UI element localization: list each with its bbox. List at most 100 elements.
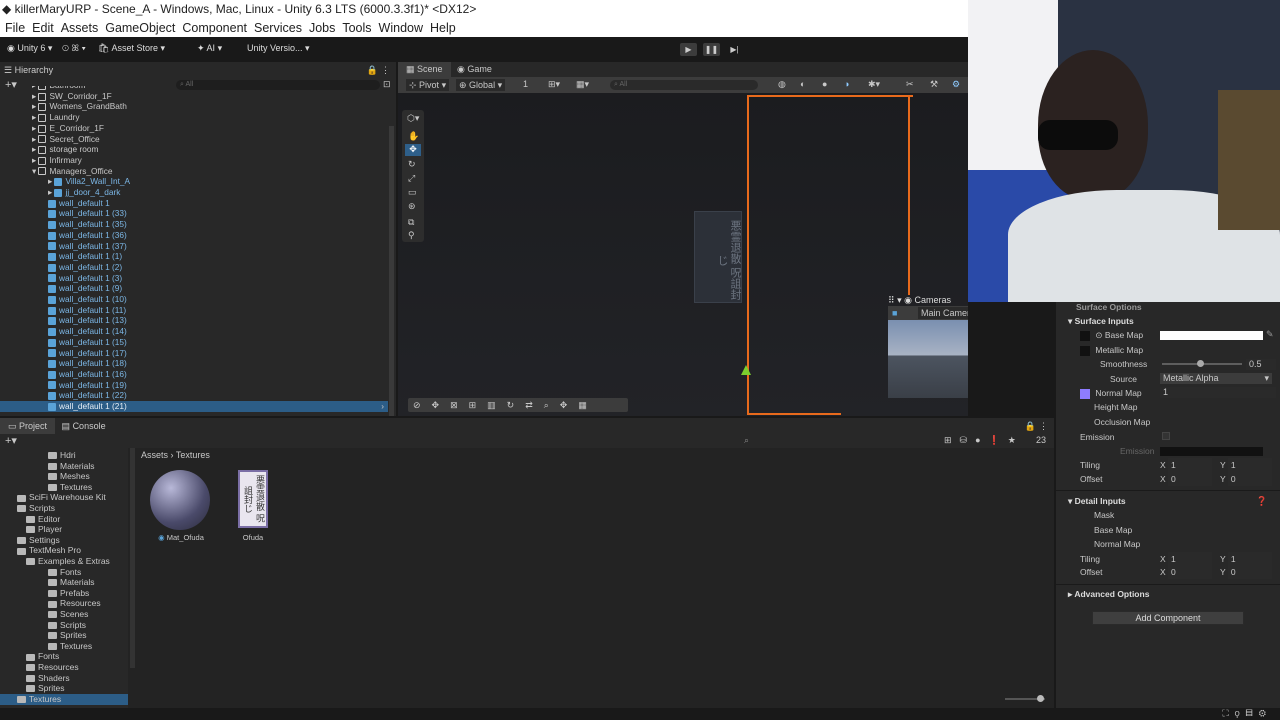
detail-offset-y[interactable]: Y 0 [1220,565,1272,579]
menu-item[interactable]: Component [182,21,247,35]
folder-item[interactable]: Sprites [48,630,86,641]
menu-kebab-icon[interactable]: ⋮ [381,62,390,78]
tab-console[interactable]: ▤ Console [62,421,106,431]
emission-color[interactable] [1160,447,1263,456]
base-map-color[interactable] [1160,331,1263,340]
smoothness-handle[interactable] [1197,360,1204,367]
lock-icon[interactable]: 🔒 [367,62,378,78]
ai-button[interactable]: ✦ AI ▾ [197,43,222,54]
grid-icon[interactable]: ▦▾ [576,79,589,90]
folder-item[interactable]: Shaders [26,673,70,684]
tab-game[interactable]: ◉ Game [453,62,496,77]
hierarchy-row[interactable]: wall_default 1 (13)› [48,315,388,326]
hierarchy-row[interactable]: wall_default 1 (36)› [48,230,388,241]
camera-selector[interactable]: ■ Main Camera ▾ [888,306,968,320]
folder-item[interactable]: Scripts [48,620,86,631]
hierarchy-row[interactable]: ▸ Infirmary [32,155,382,166]
hierarchy-tab[interactable]: Hierarchy [15,65,54,75]
folder-item[interactable]: Prefabs [48,588,89,599]
hierarchy-row[interactable]: wall_default 1 (21) › [0,401,388,412]
tree-scrollbar[interactable] [130,448,135,668]
source-dropdown[interactable]: Metallic Alpha ▾ [1160,373,1272,384]
search-icon[interactable]: ⌕ [744,435,749,446]
folder-item[interactable]: SciFi Warehouse Kit [17,492,106,503]
account-button[interactable]: ⊙ ꕤ ▾ [62,43,86,54]
asset-store-button[interactable]: 🛍 Asset Store ▾ [98,43,165,54]
tools-icon[interactable]: ⚒ [930,79,938,90]
version-control-button[interactable]: Unity Versio... ▾ [247,43,310,54]
filter-icons[interactable]: ⊞⛁●❗★ [944,435,1024,446]
mode-2d-icon[interactable]: ✂ [906,79,914,90]
folder-item[interactable]: Textures [48,482,92,493]
detail-offset-x[interactable]: X 0 [1160,565,1213,579]
probe-tool-icon[interactable]: ⚲ [408,230,415,241]
status-icons[interactable]: ⛶⚲▤⚙ [1222,708,1272,719]
hierarchy-row[interactable]: wall_default 1 (35)› [48,219,388,230]
eyedropper-icon[interactable]: ✎ [1266,329,1274,340]
overlay-toolbar[interactable]: ⊘✥⊠⊞▥↻⇄⌕✥▦ [408,398,628,412]
scene-viewport[interactable]: 悪霊退散 呪詛封じ [398,93,968,416]
hierarchy-row[interactable]: wall_default 1 (1)› [48,251,388,262]
hierarchy-row[interactable]: wall_default 1 (19)› [48,380,388,391]
offset-x[interactable]: X 0 [1160,472,1213,486]
folder-item[interactable]: Textures [0,693,128,705]
unity-version-button[interactable]: ◉ Unity 6 ▾ [7,43,52,54]
hierarchy-row[interactable]: ▸ SW_Corridor_1F [32,91,382,102]
hierarchy-row[interactable]: wall_default 1 (33)› [48,208,388,219]
custom-tool-icon[interactable]: ⧉ [408,217,414,228]
folder-item[interactable]: Sprites [26,683,64,694]
menu-item[interactable]: GameObject [105,21,175,35]
folder-item[interactable]: Settings [17,535,60,546]
rotate-tool-icon[interactable]: ↻ [408,159,416,170]
tiling-y[interactable]: Y 1 [1220,458,1272,472]
hierarchy-row[interactable]: wall_default 1 (3)› [48,273,388,284]
add-icon[interactable]: +▾ [5,434,17,447]
orientation-icon[interactable]: ⬡▾ [407,113,419,124]
breadcrumb-assets[interactable]: Assets [141,450,168,460]
folder-item[interactable]: Scripts [17,503,55,514]
asset-mat-ofuda[interactable]: ◉ Mat_Ofuda [150,470,212,548]
folder-item[interactable]: Hdri [48,450,76,461]
normal-scale-field[interactable]: 1 [1160,387,1276,398]
camera-dropdown[interactable]: Main Camera ▾ [918,307,968,319]
menu-item[interactable]: Services [254,21,302,35]
folder-item[interactable]: Examples & Extras [26,556,110,567]
play-button[interactable]: ▶ [680,43,697,56]
lock-icon[interactable]: 🔒 [1025,418,1036,434]
tab-scene[interactable]: ▦ Scene [398,62,451,77]
hierarchy-row[interactable]: wall_default 1 (37)› [48,241,388,252]
pause-button[interactable]: ❚❚ [703,43,720,56]
hierarchy-row[interactable]: ▸ jj_door_4_dark› [48,187,388,198]
folder-item[interactable]: Editor [26,514,60,525]
hierarchy-row[interactable]: wall_default 1 (15)› [48,337,388,348]
folder-item[interactable]: Resources [26,662,79,673]
rect-tool-icon[interactable]: ▭ [408,187,417,198]
menu-item[interactable]: Edit [32,21,54,35]
breadcrumb-textures[interactable]: Textures [176,450,210,460]
lit-icon[interactable]: ◑ [844,79,849,89]
emission-checkbox[interactable] [1162,432,1170,440]
global-dropdown[interactable]: ⊕ Global ▾ [456,79,506,91]
help-icon[interactable]: ❓ [1256,496,1267,507]
folder-item[interactable]: Fonts [26,651,59,662]
scene-search-input[interactable]: ⌕ All [610,80,758,90]
folder-item[interactable]: Materials [48,461,94,472]
hierarchy-row[interactable]: ▸ storage room [32,144,382,155]
transform-tool-icon[interactable]: ⊛ [408,201,416,212]
hierarchy-row[interactable]: wall_default 1 (14)› [48,326,388,337]
gizmos-icon[interactable]: ⚙ [952,79,960,90]
detail-tiling-x[interactable]: X 1 [1160,552,1213,566]
metallic-map-thumb[interactable] [1080,345,1090,356]
effects-icon[interactable]: ✱▾ [868,79,880,90]
tiling-x[interactable]: X 1 [1160,458,1213,472]
menu-item[interactable]: Jobs [309,21,335,35]
hierarchy-row[interactable]: ▸ E_Corridor_1F [32,123,382,134]
draw-mode-icon[interactable]: ◐ [800,79,805,89]
hierarchy-row[interactable]: wall_default 1 (11)› [48,305,388,316]
offset-y[interactable]: Y 0 [1220,472,1272,486]
shaded-icon[interactable]: ● [822,79,827,89]
menu-item[interactable]: Help [430,21,456,35]
grid-value[interactable]: 1 [523,79,528,89]
step-button[interactable]: ▶| [726,43,743,56]
hierarchy-row[interactable]: wall_default 1› [48,198,388,209]
